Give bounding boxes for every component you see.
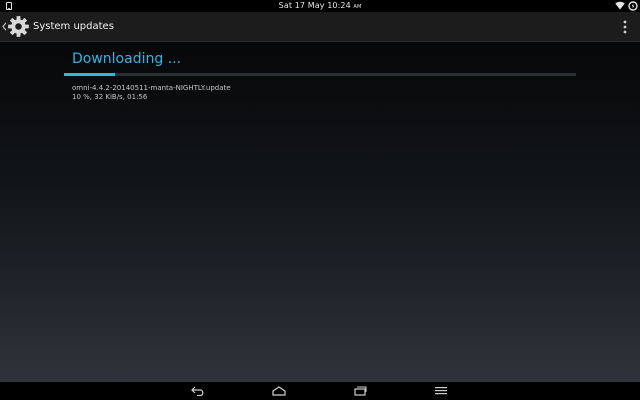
battery-charging-icon bbox=[628, 1, 638, 11]
download-progress-text: 10 %, 32 KiB/s, 01:56 bbox=[72, 93, 148, 101]
navigation-bar bbox=[0, 382, 640, 400]
home-icon bbox=[272, 386, 286, 396]
status-bar: Sat 17 May 10:24 AM bbox=[0, 0, 640, 12]
status-time-ampm: AM bbox=[353, 4, 362, 10]
page-title: System updates bbox=[33, 21, 114, 32]
content-area: Downloading ... omni-4.4.2-20140511-mant… bbox=[0, 42, 640, 382]
settings-gear-icon bbox=[8, 16, 29, 37]
nav-back-button[interactable] bbox=[178, 382, 218, 400]
download-heading: Downloading ... bbox=[72, 51, 182, 67]
screen: Sat 17 May 10:24 AM System updates Downl… bbox=[0, 0, 640, 400]
status-time-text: Sat 17 May 10:24 bbox=[278, 1, 351, 10]
recents-icon bbox=[354, 386, 367, 396]
nav-menu-button[interactable] bbox=[421, 382, 461, 400]
wifi-icon bbox=[615, 1, 625, 10]
overflow-menu-icon[interactable] bbox=[619, 19, 631, 35]
nav-home-button[interactable] bbox=[259, 382, 299, 400]
nav-recents-button[interactable] bbox=[340, 382, 380, 400]
download-progress-bar bbox=[64, 73, 576, 76]
back-icon bbox=[191, 386, 204, 396]
up-navigation-button[interactable] bbox=[0, 12, 30, 41]
menu-icon bbox=[435, 387, 447, 395]
action-bar: System updates bbox=[0, 12, 640, 42]
download-progress-fill bbox=[64, 73, 116, 76]
